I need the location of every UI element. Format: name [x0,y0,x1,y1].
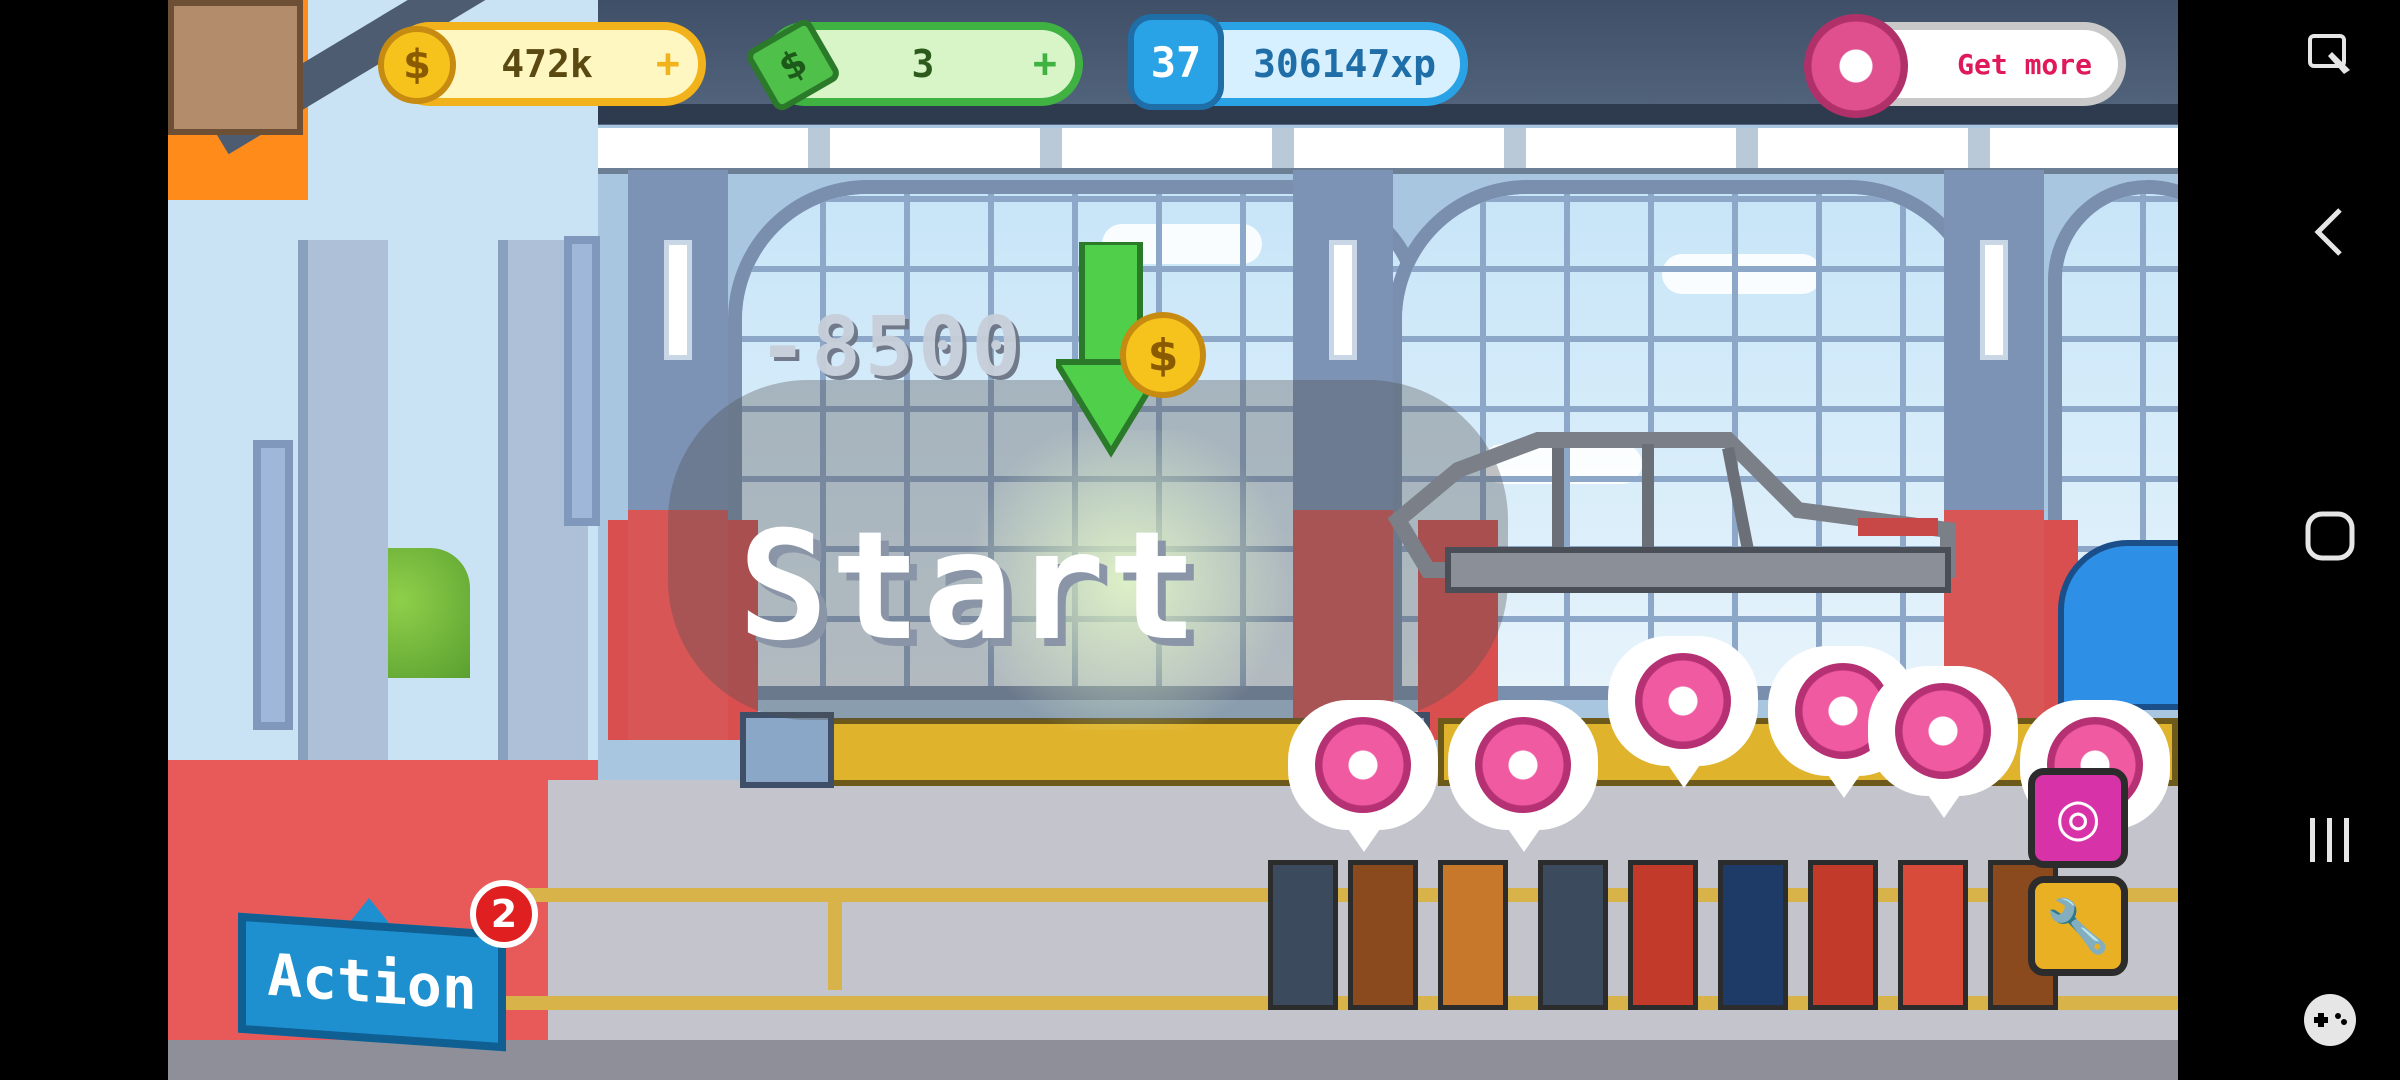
game-controller-icon[interactable] [2298,988,2362,1052]
home-icon[interactable] [2298,504,2362,568]
coins-value: 472k [501,42,593,86]
worker[interactable] [1268,860,1338,1010]
donut-icon [1804,14,1908,118]
ceiling-rail [598,104,2178,124]
start-cost: -8500 [758,300,1025,395]
dollar-coin-icon: $ [1120,312,1206,398]
floor-line [828,890,842,990]
donut-request-bubble[interactable] [1288,700,1438,852]
recents-icon[interactable] [2298,808,2362,872]
donut-icon [1635,653,1731,749]
donut-shop-button[interactable]: ◎ [2028,768,2128,868]
car-frame [1388,432,1956,593]
action-badge: 2 [470,880,538,948]
worker[interactable] [1438,860,1508,1010]
left-window [564,236,600,526]
ceiling-lights [598,128,2178,174]
worker[interactable] [1628,860,1698,1010]
platform-end [740,712,834,788]
game-scene[interactable]: -8500 $ Start ◎ 🔧 Action 2 472k + $ 3 + … [168,0,2178,1080]
donut-icon [1315,717,1411,813]
left-window [253,440,293,730]
xp-value: 306147xp [1252,42,1436,86]
donut-request-bubble[interactable] [1448,700,1598,852]
worker[interactable] [1538,860,1608,1010]
level-star-icon: 37 [1128,14,1224,110]
android-nav-bar [2178,0,2400,1080]
worker[interactable] [1808,860,1878,1010]
level-value: 37 [1150,37,1202,87]
cash-value: 3 [911,42,935,86]
worker[interactable] [1348,860,1418,1010]
start-button[interactable]: Start [738,500,1200,674]
action-button[interactable]: Action [238,912,506,1052]
donut-icon [1895,683,1991,779]
dollar-coin-icon: $ [378,26,456,104]
screen-control-icon[interactable] [2298,24,2362,88]
donut-request-bubble[interactable] [1868,666,2018,818]
left-pillar [298,240,388,840]
worker[interactable] [1898,860,1968,1010]
get-more-label: Get more [1957,47,2092,81]
donut-icon [1475,717,1571,813]
blue-car [2058,540,2178,710]
wrench-button[interactable]: 🔧 [2028,876,2128,976]
donut-request-bubble[interactable] [1608,636,1758,788]
avatar[interactable] [168,0,303,135]
add-cash-icon[interactable]: + [1033,41,1057,87]
back-icon[interactable] [2298,200,2362,264]
add-coins-icon[interactable]: + [656,41,680,87]
worker[interactable] [1718,860,1788,1010]
